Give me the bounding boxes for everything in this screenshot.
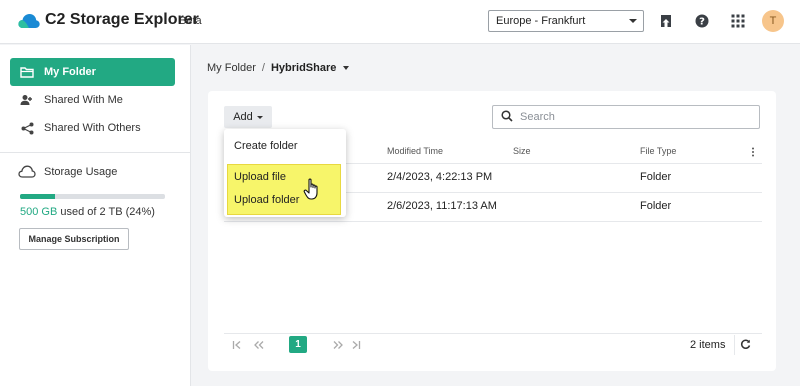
help-icon[interactable]: ? [693,12,711,30]
first-page-icon[interactable] [232,340,242,352]
column-header-modified-time[interactable]: Modified Time [387,146,443,156]
next-page-icon[interactable] [332,340,344,352]
row-modified-time: 2/4/2023, 4:22:13 PM [387,171,493,183]
current-page-button[interactable]: 1 [289,336,307,353]
add-button-label: Add [233,111,253,123]
breadcrumb: My Folder / HybridShare [207,62,350,74]
column-options-icon[interactable] [751,147,755,160]
menu-item-upload-folder[interactable]: Upload folder [224,189,346,211]
search-box[interactable] [492,105,760,129]
storage-used-value: 500 GB [20,206,58,218]
search-input[interactable] [520,111,740,123]
region-value: Europe - Frankfurt [496,15,586,27]
hand-cursor-icon [303,177,323,204]
storage-usage-text: 500 GB used of 2 TB (24%) [20,206,155,218]
breadcrumb-root[interactable]: My Folder [207,62,256,74]
menu-item-upload-file[interactable]: Upload file [224,166,346,188]
row-file-type: Folder [640,171,672,183]
sidebar-item-my-folder[interactable]: My Folder [10,58,175,86]
column-header-file-type[interactable]: File Type [640,146,676,156]
chevron-down-icon [256,115,263,119]
sidebar: My Folder Shared With Me Shared With Oth… [0,45,191,386]
row-file-type: Folder [640,200,672,212]
storage-usage-fill [20,194,55,199]
last-page-icon[interactable] [351,340,361,352]
storage-usage-bar [20,194,165,199]
sidebar-item-label: My Folder [44,66,96,78]
add-button[interactable]: Add [224,106,272,128]
sidebar-item-label: Shared With Me [44,94,123,106]
cloud-logo-icon [18,13,40,32]
cloud-icon [18,165,36,178]
avatar[interactable]: T [762,10,784,32]
top-bar: C2 Storage Explorer Beta Europe - Frankf… [0,0,800,44]
app-title: C2 Storage Explorer [45,11,199,28]
refresh-icon[interactable] [740,339,751,353]
previous-page-icon[interactable] [253,340,265,352]
breadcrumb-separator: / [261,62,265,74]
shared-with-me-icon [20,93,34,107]
sidebar-item-shared-with-me[interactable]: Shared With Me [10,86,175,114]
manage-subscription-button[interactable]: Manage Subscription [19,228,129,250]
sidebar-item-shared-with-others[interactable]: Shared With Others [10,114,175,142]
row-divider [224,221,762,222]
chevron-down-icon[interactable] [343,66,350,70]
menu-item-create-folder[interactable]: Create folder [224,135,346,157]
row-modified-time: 2/6/2023, 11:17:13 AM [387,200,497,212]
sidebar-item-label: Shared With Others [44,122,141,134]
beta-badge: Beta [179,15,202,27]
chevron-down-icon [629,19,637,23]
search-icon [501,109,513,125]
apps-grid-icon[interactable] [729,12,747,30]
folder-icon [20,65,34,79]
breadcrumb-current[interactable]: HybridShare [271,62,336,74]
column-header-size[interactable]: Size [513,146,531,156]
storage-usage-title: Storage Usage [18,165,117,178]
pager-divider [734,335,735,355]
storage-total-text: used of 2 TB (24%) [57,206,155,218]
sidebar-divider [0,152,190,153]
upload-icon[interactable] [657,12,675,30]
share-icon [20,121,34,135]
region-select[interactable]: Europe - Frankfurt [488,10,644,32]
items-count: 2 items [690,339,726,351]
svg-text:?: ? [699,17,705,28]
storage-usage-label: Storage Usage [44,165,118,178]
